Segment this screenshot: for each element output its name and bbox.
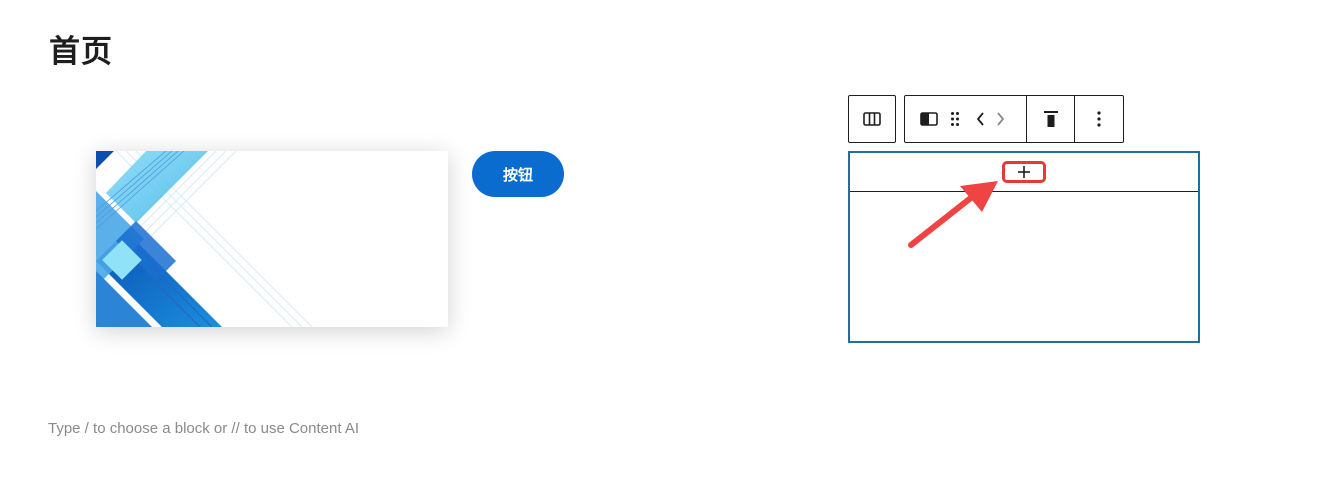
move-left-icon: [976, 112, 984, 126]
block-appender-row: [850, 153, 1198, 192]
decorative-banner-image: [96, 151, 448, 327]
vertical-alignment-button[interactable]: [1027, 96, 1074, 142]
more-options-icon: [1097, 111, 1101, 127]
column-icon: [920, 112, 938, 126]
selected-column-block[interactable]: [848, 151, 1200, 343]
image-block[interactable]: [96, 151, 448, 327]
plus-icon: [1018, 166, 1030, 178]
button-block[interactable]: 按钮: [472, 151, 564, 197]
page-title[interactable]: 首页: [49, 26, 113, 71]
drag-handle-icon: [951, 112, 959, 126]
more-options-button[interactable]: [1075, 96, 1123, 142]
move-left-button[interactable]: [971, 96, 991, 142]
block-toolbar: [904, 95, 1124, 143]
block-toolbar-parent: [848, 95, 896, 143]
add-block-button[interactable]: [1002, 161, 1046, 183]
empty-block-placeholder[interactable]: Type / to choose a block or // to use Co…: [48, 420, 359, 437]
select-parent-columns-button[interactable]: [849, 96, 895, 142]
align-top-icon: [1043, 111, 1058, 127]
drag-handle-button[interactable]: [947, 96, 963, 142]
columns-icon: [863, 112, 881, 126]
move-right-button[interactable]: [991, 96, 1009, 142]
editor-canvas: 首页 按钮 Type / to choose a block or // to …: [0, 0, 1328, 483]
move-right-icon: [997, 112, 1005, 126]
block-type-column-button[interactable]: [905, 96, 953, 142]
